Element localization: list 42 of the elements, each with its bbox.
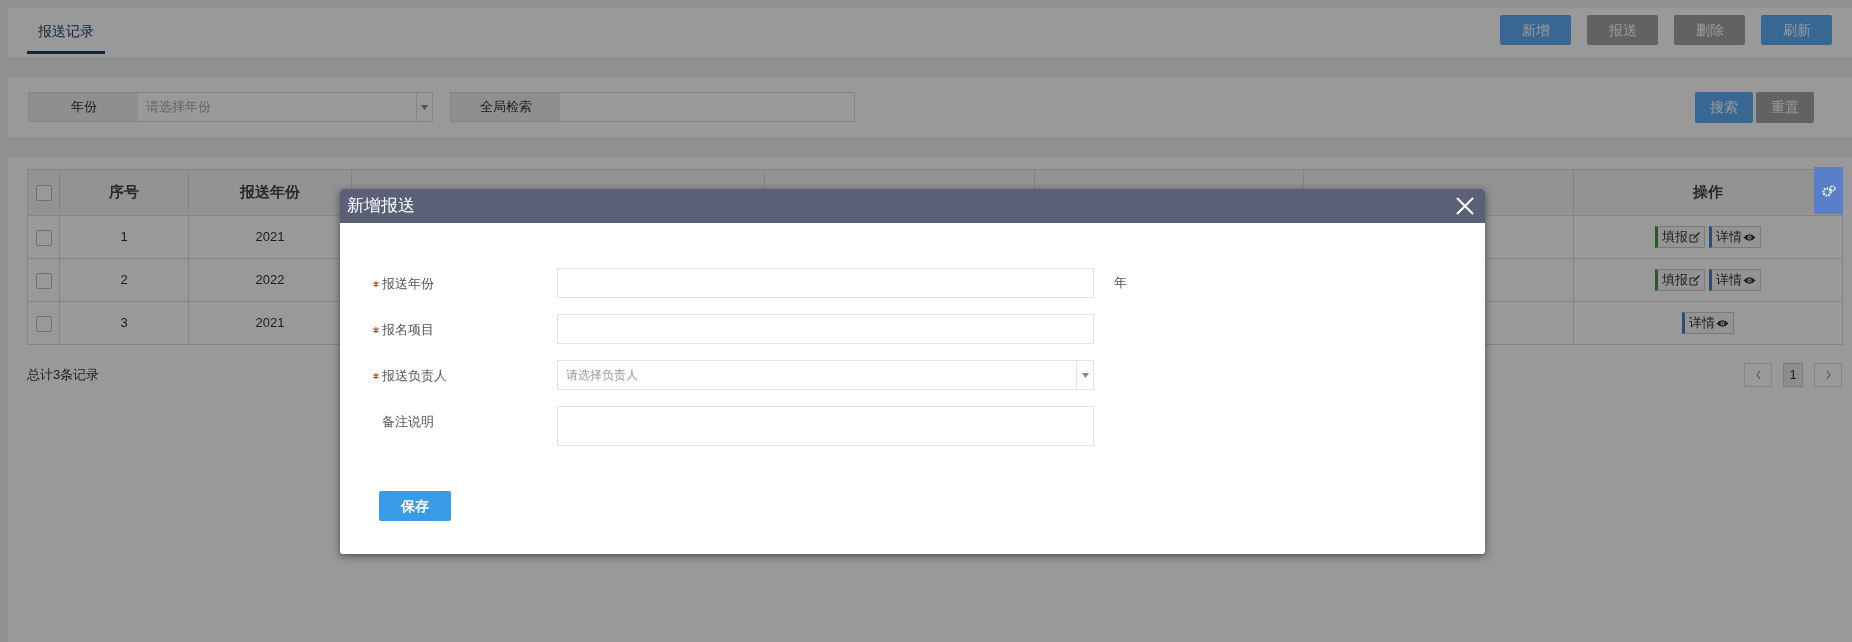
tab[interactable]: 报送记录 (27, 12, 105, 54)
checkbox[interactable] (35, 185, 52, 202)
input-field[interactable] (557, 268, 1094, 298)
table-cell: 2 (59, 258, 189, 302)
action-button[interactable]: 详情 (1709, 269, 1761, 291)
next-page-button[interactable] (1814, 363, 1842, 387)
field-label: 报名项目 (382, 321, 434, 339)
field-label: 报送年份 (382, 275, 434, 293)
checkbox[interactable] (35, 315, 52, 332)
action-button[interactable]: 详情 (1682, 312, 1734, 334)
button[interactable]: 搜索 (1695, 91, 1753, 123)
table-cell: 3 (59, 301, 189, 345)
action-button[interactable]: 详情 (1709, 226, 1761, 248)
save-button[interactable]: 保存 (379, 491, 451, 521)
action-button[interactable]: 填报 (1655, 269, 1705, 291)
column-header: 序号 (59, 169, 189, 216)
gears-icon (1821, 184, 1836, 197)
button[interactable]: 新增 (1500, 15, 1571, 45)
edit-icon (1689, 274, 1700, 286)
action-button[interactable]: 填报 (1655, 226, 1705, 248)
caret-icon (1081, 372, 1089, 378)
eye-icon (1716, 318, 1729, 328)
eye-icon (1743, 232, 1756, 242)
page-button[interactable]: 1 (1783, 363, 1803, 387)
person-select[interactable]: 请选择负责人 (557, 360, 1094, 390)
chevron-left-icon (1755, 371, 1761, 379)
close-icon[interactable] (1455, 196, 1475, 216)
unit-label: 年 (1114, 274, 1127, 292)
input-field[interactable] (557, 314, 1094, 344)
table-cell: 1 (59, 215, 189, 259)
checkbox[interactable] (35, 272, 52, 289)
record-count: 总计3条记录 (27, 366, 100, 385)
button[interactable]: 刷新 (1761, 15, 1832, 45)
field-label: 备注说明 (382, 413, 434, 431)
checkbox[interactable] (35, 229, 52, 246)
field-label: 报送负责人 (382, 367, 447, 385)
eye-icon (1743, 275, 1756, 285)
previous-page-button[interactable] (1744, 363, 1772, 387)
chevron-right-icon (1825, 371, 1831, 379)
settings-button[interactable] (1814, 167, 1843, 214)
text-area[interactable] (557, 406, 1094, 446)
edit-icon (1689, 231, 1700, 243)
